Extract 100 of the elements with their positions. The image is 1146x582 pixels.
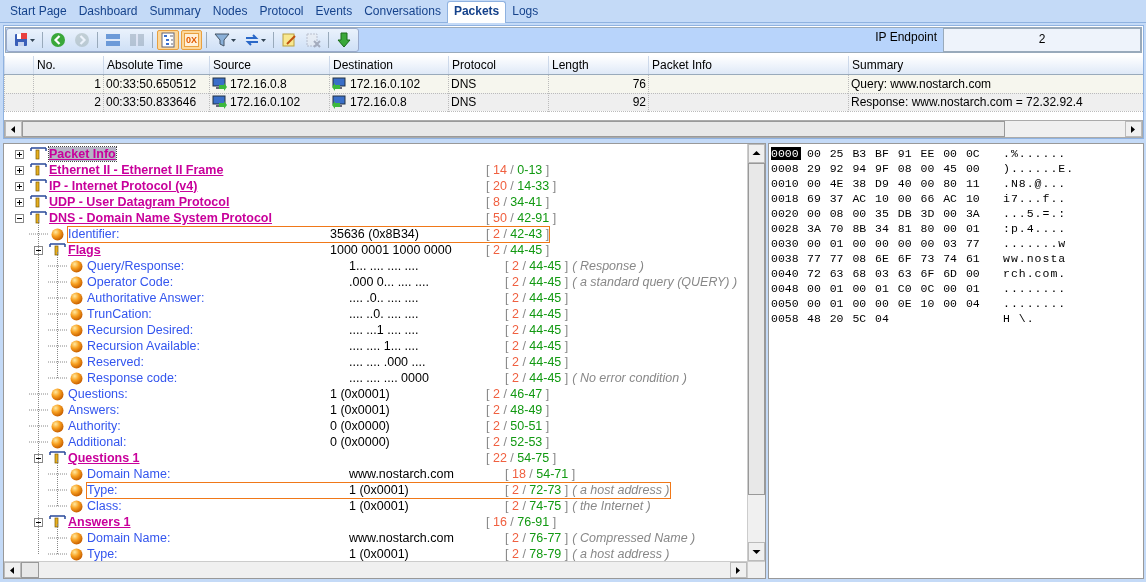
field-label[interactable]: Additional: — [68, 435, 127, 449]
field-label[interactable]: Type: — [87, 547, 118, 561]
field-label[interactable]: Operator Code: — [87, 275, 174, 289]
scroll-arrow-button[interactable] — [730, 562, 747, 578]
expand-toggle[interactable] — [15, 181, 24, 191]
scroll-arrow-button[interactable] — [1125, 121, 1142, 137]
computer-icon — [332, 77, 347, 91]
collapse-toggle[interactable] — [15, 213, 24, 223]
field-label[interactable]: Class: — [87, 499, 122, 513]
field-label[interactable]: Identifier: — [68, 227, 120, 241]
section-label[interactable]: Ethernet II - Ethernet II Frame — [49, 163, 224, 177]
ascii-text: H \. — [1003, 312, 1035, 325]
section-label[interactable]: DNS - Domain Name System Protocol — [49, 211, 272, 225]
field-value: 0 (0x0000) — [330, 435, 391, 449]
field-label[interactable]: Questions: — [68, 387, 128, 401]
byte-range: [ 2 / 48-49 ] — [486, 403, 550, 417]
vertical-scrollbar[interactable] — [747, 144, 765, 561]
column-header: Protocol — [448, 56, 548, 74]
section-label[interactable]: Answers 1 — [68, 515, 131, 529]
scroll-arrow-button[interactable] — [4, 562, 21, 578]
tab[interactable]: Protocol — [253, 1, 310, 22]
protocol-node-icon — [30, 211, 47, 225]
byte-range: [ 22 / 54-75 ] — [486, 451, 557, 465]
hex-offset: 0030 — [771, 237, 800, 250]
tree-button[interactable] — [157, 30, 179, 50]
field-label[interactable]: Domain Name: — [87, 531, 171, 545]
field-label[interactable]: Recursion Desired: — [87, 323, 194, 337]
field-note: ( Compressed Name ) — [572, 531, 696, 545]
field-value: .... .... .... 0000 — [349, 371, 430, 385]
tab[interactable]: Summary — [143, 1, 207, 22]
tree-connector — [48, 489, 67, 491]
filter-button[interactable] — [211, 30, 239, 50]
section-label[interactable]: UDP - User Datagram Protocol — [49, 195, 230, 209]
tab[interactable]: Packets — [446, 1, 507, 23]
scroll-arrow-button[interactable] — [748, 144, 765, 163]
byte-range: [ 2 / 44-45 ] — [505, 307, 569, 321]
column-header: No. — [33, 56, 103, 74]
scroll-thumb[interactable] — [22, 121, 1005, 137]
byte-range: [ 2 / 42-43 ] — [486, 227, 550, 241]
field-value: 35636 (0x8B34) — [330, 227, 420, 241]
field-label[interactable]: Response code: — [87, 371, 178, 385]
tree-connector — [29, 425, 48, 427]
hex-bytes: 00 01 00 00 00 00 03 77 — [807, 237, 981, 250]
field-label[interactable]: Type: — [87, 483, 118, 497]
horizontal-scrollbar[interactable] — [4, 561, 747, 578]
field-value: .... .0.. .... .... — [349, 291, 420, 305]
scroll-thumb[interactable] — [21, 562, 39, 578]
field-value: 1 (0x0001) — [349, 483, 410, 497]
tab[interactable]: Events — [309, 1, 359, 22]
field-value: .... .... .000 .... — [349, 355, 427, 369]
field-label[interactable]: Authoritative Answer: — [87, 291, 205, 305]
ascii-text: ...5.=.: — [1003, 207, 1067, 220]
section-label[interactable]: IP - Internet Protocol (v4) — [49, 179, 198, 193]
byte-range: [ 2 / 74-75 ] — [505, 499, 569, 513]
horizontal-scrollbar[interactable] — [4, 120, 1143, 138]
field-value: www.nostarch.com — [349, 467, 455, 481]
scroll-arrow-button[interactable] — [748, 542, 765, 561]
field-label[interactable]: Recursion Available: — [87, 339, 201, 353]
expand-toggle[interactable] — [15, 149, 24, 159]
byte-range: [ 2 / 50-51 ] — [486, 419, 550, 433]
tab[interactable]: Start Page — [4, 1, 73, 22]
tree-connector — [29, 409, 48, 411]
expand-toggle[interactable] — [15, 197, 24, 207]
field-ball-icon — [51, 435, 64, 449]
field-ball-icon — [70, 499, 83, 513]
tab[interactable]: Dashboard — [72, 1, 144, 22]
tab[interactable]: Nodes — [206, 1, 254, 22]
section-label[interactable]: Flags — [68, 243, 101, 257]
tab[interactable]: Conversations — [358, 1, 447, 22]
tab[interactable]: Logs — [506, 1, 545, 22]
computer-icon — [212, 77, 227, 91]
ascii-text: .%...... — [1003, 147, 1067, 160]
hex-bytes: 69 37 AC 10 00 66 AC 10 — [807, 192, 981, 205]
scroll-arrow-button[interactable] — [5, 121, 22, 137]
expand-toggle[interactable] — [15, 165, 24, 175]
edit-note-icon — [281, 32, 297, 48]
byte-range: [ 2 / 44-45 ] — [505, 291, 569, 305]
protocol-node-icon — [30, 195, 47, 209]
filter-icon — [214, 32, 230, 48]
field-label[interactable]: Query/Response: — [87, 259, 185, 273]
field-label[interactable]: Answers: — [68, 403, 120, 417]
byte-range: [ 50 / 42-91 ] — [486, 211, 557, 225]
field-label[interactable]: Authority: — [68, 419, 121, 433]
hex-offset: 0020 — [771, 207, 800, 220]
collapse-toggle[interactable] — [34, 517, 43, 527]
field-label[interactable]: TrunCation: — [87, 307, 152, 321]
field-value: 1 (0x0001) — [330, 403, 391, 417]
tree-connector — [48, 473, 67, 475]
field-value: 1... .... .... .... — [349, 259, 420, 273]
byte-range: [ 2 / 52-53 ] — [486, 435, 550, 449]
protocol-node-icon — [49, 515, 66, 529]
hex-bytes: 77 77 08 6E 6F 73 74 61 — [807, 252, 981, 265]
collapse-toggle[interactable] — [34, 453, 43, 463]
field-note: ( Response ) — [572, 259, 644, 273]
hex-view-button[interactable]: 0X — [181, 30, 202, 50]
field-label[interactable]: Domain Name: — [87, 467, 171, 481]
field-label[interactable]: Reserved: — [87, 355, 144, 369]
section-label[interactable]: Questions 1 — [68, 451, 140, 465]
collapse-toggle[interactable] — [34, 245, 43, 255]
scroll-thumb[interactable] — [748, 163, 765, 495]
